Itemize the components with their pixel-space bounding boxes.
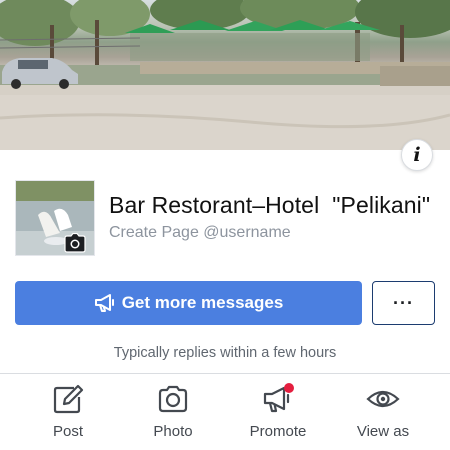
response-time-text: Typically replies within a few hours — [113, 345, 337, 361]
post-label: Post — [52, 423, 83, 440]
cta-label: Get more messages — [121, 293, 284, 312]
view-as-label: View as — [356, 423, 410, 440]
eye-icon — [366, 390, 400, 408]
info-button[interactable]: i — [401, 139, 433, 171]
megaphone-icon — [263, 383, 294, 413]
edit-icon — [53, 384, 84, 414]
cover-photo[interactable] — [0, 0, 450, 150]
promote-label: Promote — [249, 423, 307, 440]
info-icon: i — [413, 144, 421, 166]
post-action[interactable]: Post — [23, 383, 113, 440]
create-username-link[interactable]: Create Page @username — [109, 224, 291, 242]
divider — [0, 373, 450, 374]
photo-action[interactable]: Photo — [128, 383, 218, 440]
camera-icon — [158, 385, 188, 413]
get-more-messages-button[interactable]: Get more messages — [15, 281, 362, 325]
camera-icon[interactable] — [64, 232, 86, 253]
photo-label: Photo — [153, 423, 193, 440]
promote-action[interactable]: Promote — [233, 383, 323, 440]
view-as-action[interactable]: View as — [338, 383, 428, 440]
more-options-button[interactable]: ··· — [372, 281, 435, 325]
page-title: Bar Restorant–Hotel "Pelikani" — [109, 192, 431, 218]
megaphone-icon — [94, 294, 114, 312]
notification-dot — [284, 383, 294, 393]
more-icon: ··· — [393, 292, 414, 313]
cover-scene — [0, 0, 450, 150]
